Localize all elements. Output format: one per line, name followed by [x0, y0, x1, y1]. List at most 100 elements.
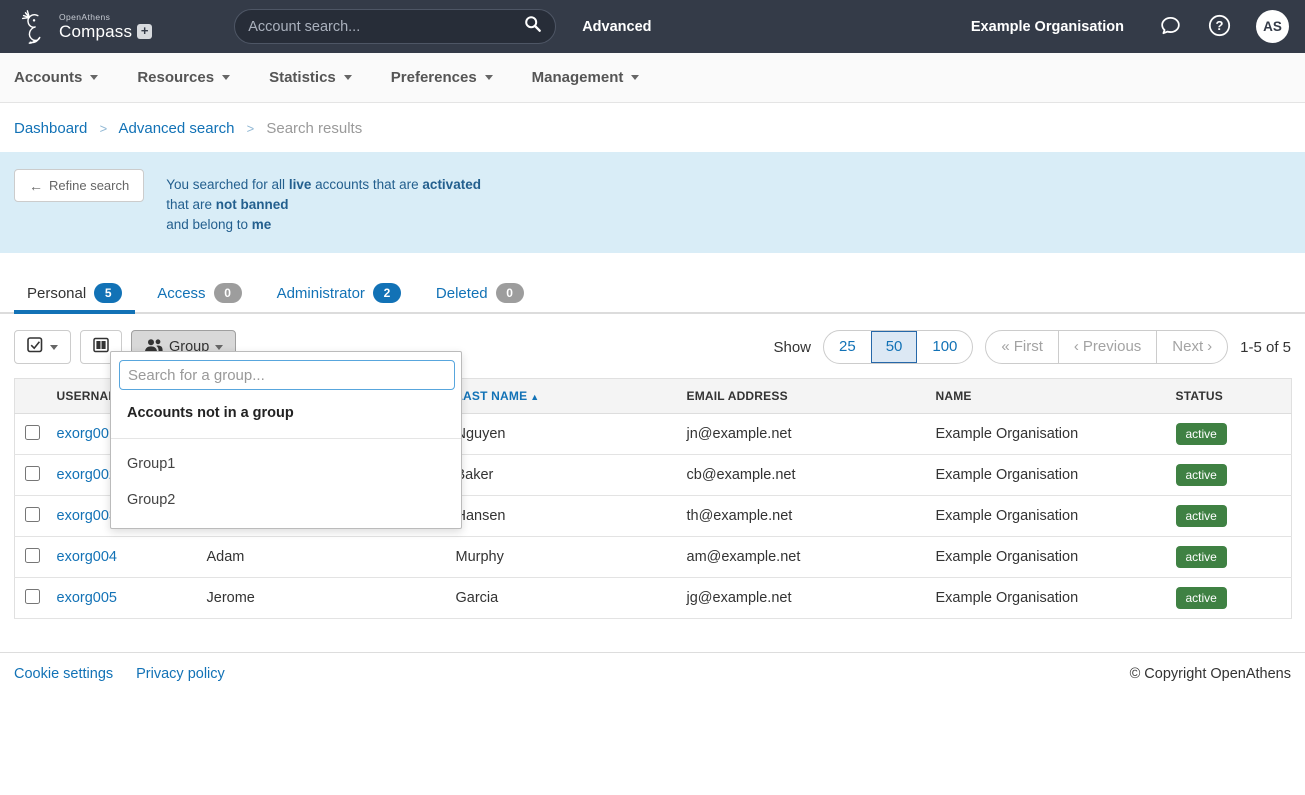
breadcrumb-separator-icon: > [100, 121, 108, 136]
pagination-previous[interactable]: ‹Previous [1058, 331, 1156, 363]
tab-count-badge: 0 [496, 283, 524, 303]
status-badge: active [1176, 546, 1227, 568]
chevron-down-icon [50, 345, 58, 350]
brand-compass-label: Compass [59, 23, 132, 40]
double-chevron-left-icon: « [1001, 338, 1009, 355]
breadcrumb-current: Search results [266, 120, 362, 137]
chevron-right-icon: › [1207, 338, 1212, 355]
menu-item-accounts[interactable]: Accounts [14, 69, 98, 86]
page-size-25[interactable]: 25 [824, 331, 871, 363]
group-item-no-group[interactable]: Accounts not in a group [111, 390, 461, 438]
group-dropdown: Accounts not in a group Group1 Group2 [110, 351, 462, 529]
last-name-cell: Murphy [456, 537, 687, 578]
tab-personal[interactable]: Personal 5 [14, 274, 135, 312]
breadcrumb: Dashboard > Advanced search > Search res… [0, 103, 1305, 146]
search-icon[interactable] [524, 15, 542, 38]
advanced-search-link[interactable]: Advanced [582, 19, 651, 35]
group-item[interactable]: Group1 [111, 446, 461, 482]
page-size-selector: 25 50 100 [823, 330, 973, 364]
menu-item-preferences[interactable]: Preferences [391, 69, 493, 86]
email-cell: am@example.net [687, 537, 936, 578]
col-status[interactable]: STATUS [1176, 379, 1292, 414]
org-name-cell: Example Organisation [936, 578, 1176, 619]
tab-count-badge: 0 [214, 283, 242, 303]
status-badge: active [1176, 587, 1227, 609]
col-checkbox [15, 379, 57, 414]
email-cell: cb@example.net [687, 455, 936, 496]
row-checkbox[interactable] [25, 589, 40, 604]
breadcrumb-separator-icon: > [247, 121, 255, 136]
chevron-down-icon [90, 75, 98, 80]
username-link[interactable]: exorg001 [57, 426, 117, 442]
username-link[interactable]: exorg002 [57, 467, 117, 483]
group-search-input[interactable] [119, 360, 455, 390]
org-name-cell: Example Organisation [936, 496, 1176, 537]
col-last-name[interactable]: LAST NAME▲ [456, 379, 687, 414]
sort-ascending-icon: ▲ [530, 392, 539, 402]
page-size-100[interactable]: 100 [917, 331, 972, 363]
col-name[interactable]: NAME [936, 379, 1176, 414]
username-link[interactable]: exorg004 [57, 549, 117, 565]
tab-deleted[interactable]: Deleted 0 [423, 274, 537, 312]
account-search-input[interactable] [248, 19, 524, 35]
columns-icon [93, 337, 109, 357]
row-checkbox[interactable] [25, 425, 40, 440]
search-summary-text: You searched for all live accounts that … [166, 169, 481, 235]
checkbox-icon [27, 337, 44, 357]
show-label: Show [773, 339, 811, 356]
table-row: exorg004 Adam Murphy am@example.net Exam… [15, 537, 1292, 578]
help-button[interactable]: ? [1207, 13, 1232, 41]
pagination-next[interactable]: Next› [1156, 331, 1227, 363]
chevron-down-icon [222, 75, 230, 80]
col-email[interactable]: EMAIL ADDRESS [687, 379, 936, 414]
search-summary-panel: ← Refine search You searched for all liv… [0, 152, 1305, 253]
chevron-left-icon: ‹ [1074, 338, 1079, 355]
username-link[interactable]: exorg005 [57, 590, 117, 606]
row-checkbox[interactable] [25, 548, 40, 563]
owl-logo-icon [16, 7, 54, 47]
pagination: «First ‹Previous Next› [985, 330, 1228, 364]
svg-text:?: ? [1216, 17, 1224, 32]
openathens-compass-logo[interactable]: OpenAthens Compass + [16, 7, 152, 47]
brand-openathens-label: OpenAthens [59, 13, 152, 22]
pagination-first[interactable]: «First [986, 331, 1058, 363]
tab-administrator[interactable]: Administrator 2 [264, 274, 414, 312]
privacy-policy-link[interactable]: Privacy policy [136, 666, 225, 682]
last-name-cell: Hansen [456, 496, 687, 537]
select-all-button[interactable] [14, 330, 71, 364]
breadcrumb-link-advanced-search[interactable]: Advanced search [119, 120, 235, 137]
feedback-chat-button[interactable] [1158, 13, 1183, 41]
status-badge: active [1176, 423, 1227, 445]
cookie-settings-link[interactable]: Cookie settings [14, 666, 113, 682]
tab-access[interactable]: Access 0 [144, 274, 254, 312]
menu-item-resources[interactable]: Resources [137, 69, 230, 86]
username-link[interactable]: exorg003 [57, 508, 117, 524]
last-name-cell: Garcia [456, 578, 687, 619]
page-size-50[interactable]: 50 [871, 331, 918, 363]
back-arrow-icon: ← [29, 179, 43, 193]
row-checkbox[interactable] [25, 507, 40, 522]
results-range: 1-5 of 5 [1240, 339, 1291, 356]
refine-search-button[interactable]: ← Refine search [14, 169, 144, 202]
account-type-tabs: Personal 5 Access 0 Administrator 2 Dele… [0, 274, 1305, 314]
org-name-cell: Example Organisation [936, 414, 1176, 455]
first-name-cell: Adam [207, 537, 456, 578]
main-menubar: Accounts Resources Statistics Preference… [0, 53, 1305, 103]
menu-item-statistics[interactable]: Statistics [269, 69, 352, 86]
email-cell: jn@example.net [687, 414, 936, 455]
status-badge: active [1176, 464, 1227, 486]
row-checkbox[interactable] [25, 466, 40, 481]
email-cell: jg@example.net [687, 578, 936, 619]
chevron-down-icon [485, 75, 493, 80]
menu-item-management[interactable]: Management [532, 69, 640, 86]
table-row: exorg005 Jerome Garcia jg@example.net Ex… [15, 578, 1292, 619]
breadcrumb-link-dashboard[interactable]: Dashboard [14, 120, 87, 137]
dropdown-divider [111, 438, 461, 439]
last-name-cell: Nguyen [456, 414, 687, 455]
organisation-name: Example Organisation [971, 19, 1124, 35]
org-name-cell: Example Organisation [936, 537, 1176, 578]
group-item[interactable]: Group2 [111, 482, 461, 518]
footer: Cookie settings Privacy policy © Copyrig… [0, 652, 1305, 682]
status-badge: active [1176, 505, 1227, 527]
user-avatar[interactable]: AS [1256, 10, 1289, 43]
